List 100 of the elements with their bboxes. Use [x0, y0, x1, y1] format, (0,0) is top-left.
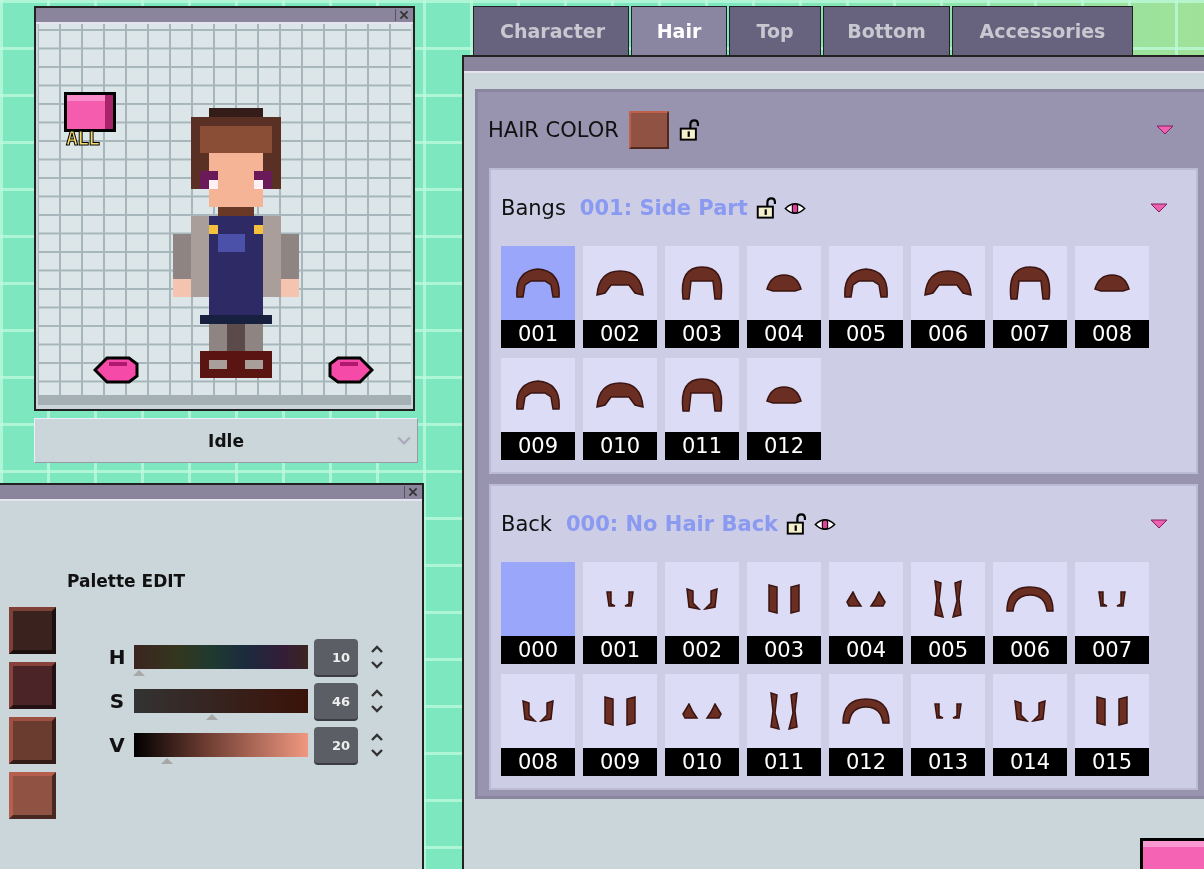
- hair-icon: [846, 591, 886, 607]
- style-number: 014: [993, 748, 1067, 776]
- hair-icon: [1008, 266, 1052, 300]
- hair-icon: [680, 266, 724, 300]
- hair-style-tile[interactable]: 004: [747, 246, 821, 348]
- color-swatch[interactable]: [9, 772, 56, 819]
- slider-label: V: [108, 733, 126, 757]
- hair-style-tile[interactable]: 013: [911, 674, 985, 776]
- style-number: 009: [583, 748, 657, 776]
- style-number: 001: [583, 636, 657, 664]
- hair-icon: [934, 580, 962, 618]
- hair-icon: [606, 591, 634, 607]
- hair-style-tile[interactable]: 003: [665, 246, 739, 348]
- style-number: 010: [665, 748, 739, 776]
- hair-style-tile[interactable]: 010: [583, 358, 657, 460]
- unlock-icon[interactable]: [755, 197, 776, 219]
- value-field[interactable]: 46: [314, 683, 358, 719]
- hair-icon: [842, 698, 890, 724]
- style-number: 003: [665, 320, 739, 348]
- hair-style-tile[interactable]: 008: [1075, 246, 1149, 348]
- decrement-button[interactable]: [370, 748, 384, 757]
- value-field[interactable]: 20: [314, 727, 358, 763]
- current-style-name: 000: No Hair Back: [566, 512, 779, 536]
- color-swatch[interactable]: [9, 717, 56, 764]
- style-number: 012: [829, 748, 903, 776]
- hair-icon: [844, 268, 888, 298]
- hair-style-tile[interactable]: 011: [665, 358, 739, 460]
- style-number: 004: [829, 636, 903, 664]
- slider-label: S: [108, 689, 126, 713]
- hair-style-tile[interactable]: 005: [911, 562, 985, 664]
- style-number: 011: [665, 432, 739, 460]
- hair-style-tile[interactable]: 006: [911, 246, 985, 348]
- style-number: 011: [747, 748, 821, 776]
- hair-color-swatch[interactable]: [628, 111, 669, 149]
- style-number: 007: [1075, 636, 1149, 664]
- hair-style-tile[interactable]: 002: [665, 562, 739, 664]
- hair-style-tile[interactable]: 001: [501, 246, 575, 348]
- color-swatch[interactable]: [9, 662, 56, 709]
- close-icon[interactable]: [395, 9, 410, 21]
- hair-style-tile[interactable]: 003: [747, 562, 821, 664]
- style-number: 002: [665, 636, 739, 664]
- hair-icon: [934, 703, 962, 719]
- style-number: 004: [747, 320, 821, 348]
- hair-style-tile[interactable]: 004: [829, 562, 903, 664]
- color-swatch[interactable]: [9, 607, 56, 654]
- hair-icon: [516, 380, 560, 410]
- style-number: 005: [911, 636, 985, 664]
- hair-style-tile[interactable]: 009: [501, 358, 575, 460]
- hair-icon: [682, 703, 722, 719]
- collapse-caret-icon[interactable]: [1150, 203, 1168, 213]
- hair-icon: [686, 588, 718, 610]
- style-number: 001: [501, 320, 575, 348]
- hair-icon: [522, 700, 554, 722]
- hair-style-tile[interactable]: 010: [665, 674, 739, 776]
- style-number: 013: [911, 748, 985, 776]
- value-field[interactable]: 10: [314, 639, 358, 675]
- unlock-icon[interactable]: [786, 513, 807, 535]
- style-number: 012: [747, 432, 821, 460]
- hair-icon: [596, 270, 644, 296]
- scrollbar[interactable]: [38, 395, 411, 405]
- hair-style-tile[interactable]: 002: [583, 246, 657, 348]
- hair-style-tile[interactable]: 006: [993, 562, 1067, 664]
- eye-icon[interactable]: [814, 516, 837, 532]
- hair-style-tile[interactable]: 008: [501, 674, 575, 776]
- hair-style-tile[interactable]: 011: [747, 674, 821, 776]
- eye-icon[interactable]: [783, 200, 806, 216]
- hair-style-tile[interactable]: 012: [747, 358, 821, 460]
- increment-button[interactable]: [370, 689, 384, 698]
- hair-icon: [768, 584, 800, 614]
- unlock-icon[interactable]: [678, 119, 699, 141]
- decrement-button[interactable]: [370, 704, 384, 713]
- section-label: Bangs: [501, 196, 566, 220]
- style-number: 008: [1075, 320, 1149, 348]
- style-number: 002: [583, 320, 657, 348]
- close-icon[interactable]: [404, 486, 419, 498]
- animation-dropdown[interactable]: Idle: [34, 418, 418, 463]
- collapse-caret-icon[interactable]: [1156, 125, 1174, 135]
- hair-style-tile[interactable]: 009: [583, 674, 657, 776]
- hair-icon: [1006, 586, 1054, 612]
- chevron-down-icon: [397, 435, 411, 446]
- hair-style-tile[interactable]: 012: [829, 674, 903, 776]
- hair-style-tile[interactable]: 005: [829, 246, 903, 348]
- hair-icon: [770, 692, 798, 730]
- hair-icon: [766, 386, 802, 404]
- hair-style-tile[interactable]: 015: [1075, 674, 1149, 776]
- hair-style-tile[interactable]: 000: [501, 562, 575, 664]
- hair-style-tile[interactable]: 014: [993, 674, 1067, 776]
- hair-style-tile[interactable]: 007: [993, 246, 1067, 348]
- style-number: 005: [829, 320, 903, 348]
- hair-icon: [604, 696, 636, 726]
- increment-button[interactable]: [370, 645, 384, 654]
- style-number: 003: [747, 636, 821, 664]
- style-number: 010: [583, 432, 657, 460]
- hair-icon: [1094, 274, 1130, 292]
- decrement-button[interactable]: [370, 660, 384, 669]
- hair-style-tile[interactable]: 007: [1075, 562, 1149, 664]
- increment-button[interactable]: [370, 733, 384, 742]
- hair-icon: [1014, 700, 1046, 722]
- hair-style-tile[interactable]: 001: [583, 562, 657, 664]
- collapse-caret-icon[interactable]: [1150, 519, 1168, 529]
